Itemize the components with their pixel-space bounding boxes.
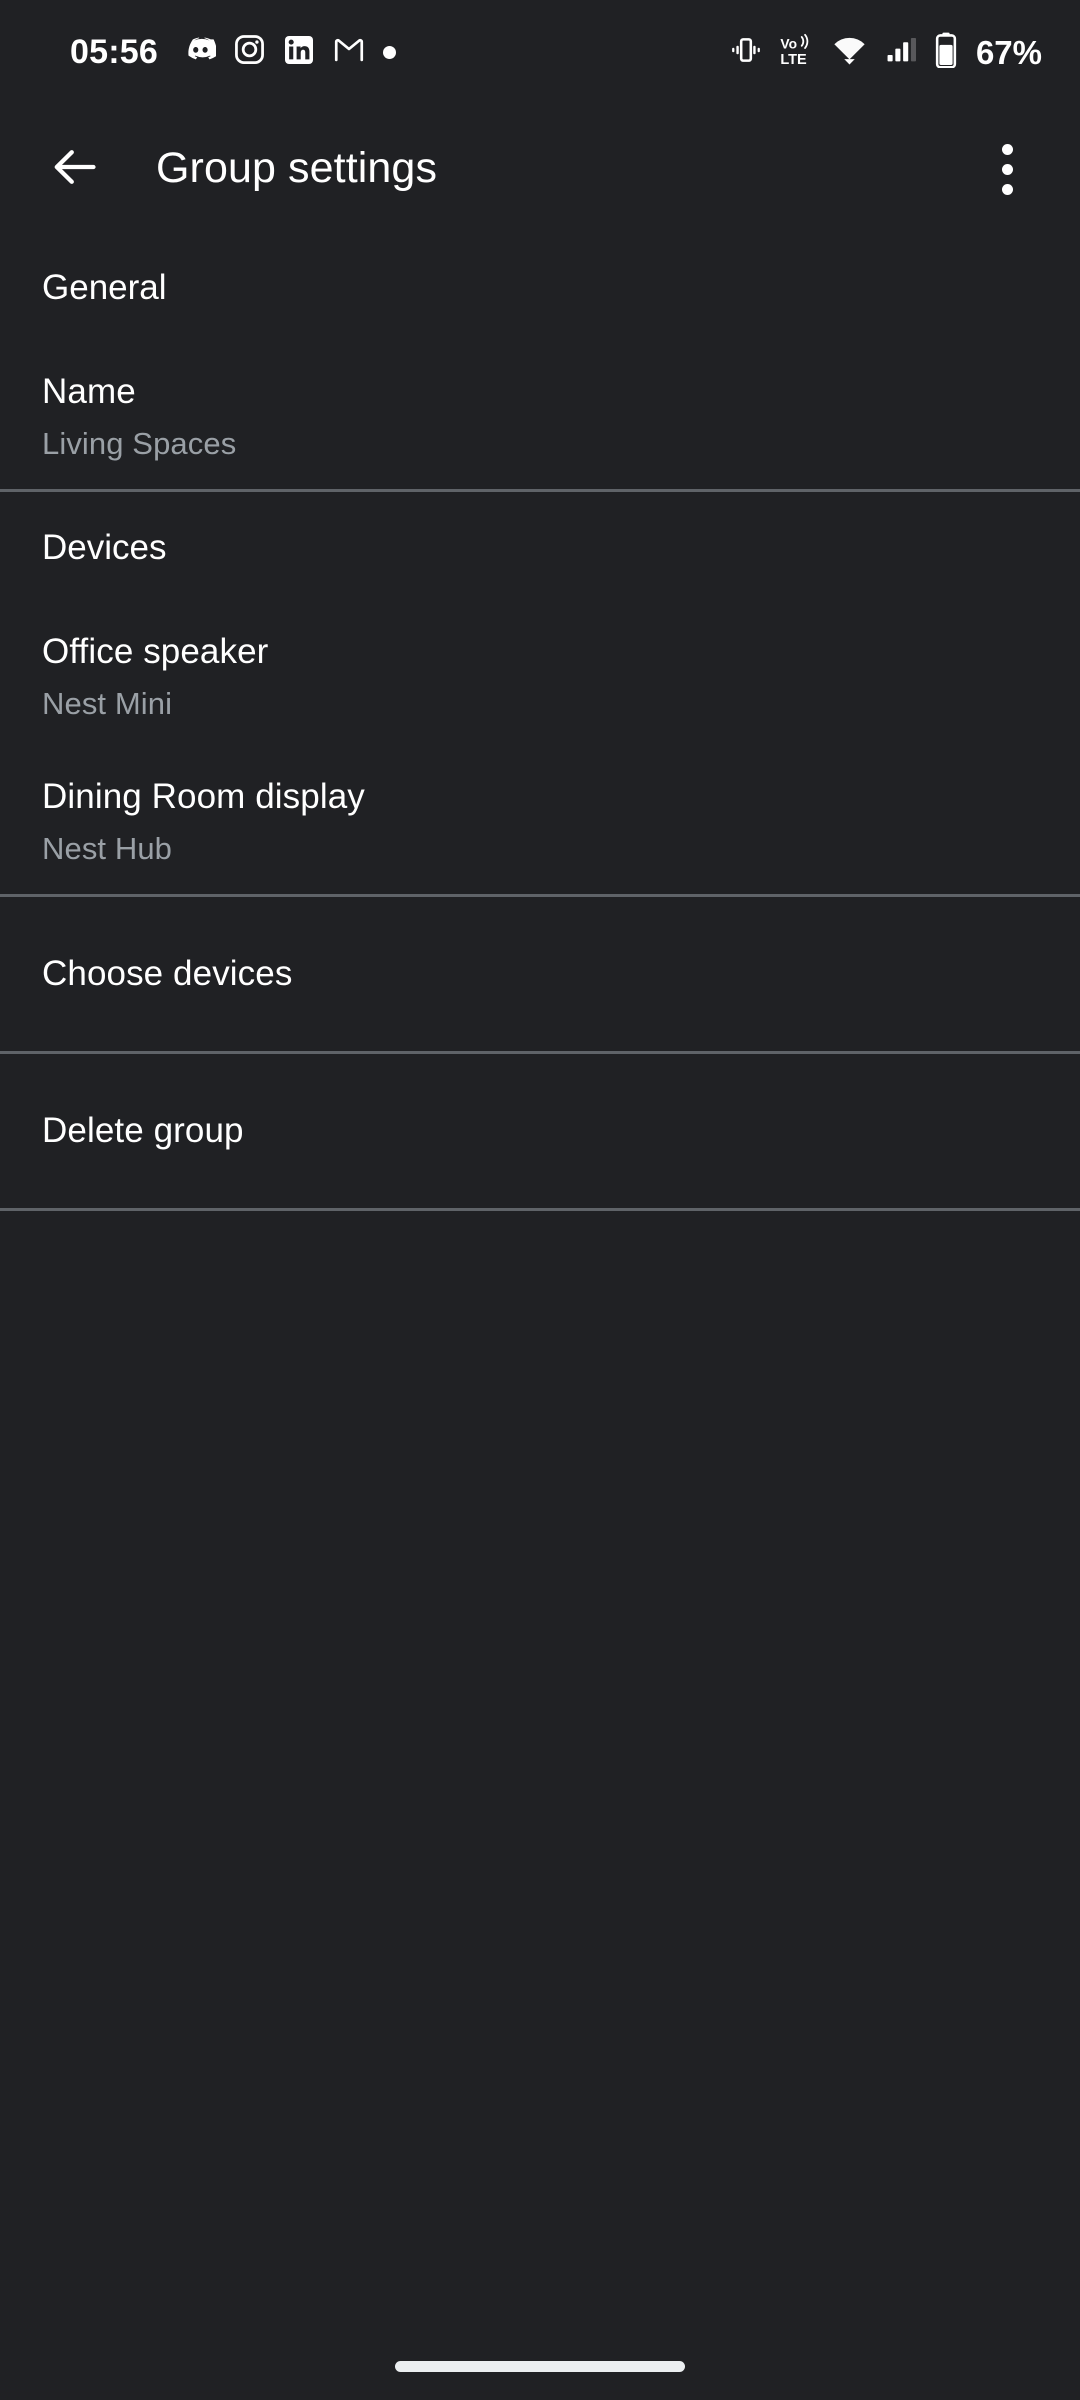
device-title: Dining Room display [42,777,365,817]
status-bar-left: 05:56 [70,33,396,72]
device-subtitle: Nest Hub [42,830,173,866]
row-name[interactable]: Name Living Spaces [0,344,1080,489]
overflow-dot-icon [1001,163,1013,175]
app-bar: Group settings [0,104,1080,232]
cellular-signal-icon [884,33,918,72]
overflow-dot-icon [1001,143,1013,155]
status-bar-clock: 05:56 [70,33,158,71]
row-name-title: Name [42,372,136,412]
device-title: Office speaker [42,632,269,672]
row-choose-devices[interactable]: Choose devices [0,897,1080,1051]
wifi-icon [831,33,868,72]
page-title: Group settings [156,143,438,192]
row-device-office-speaker[interactable]: Office speaker Nest Mini [0,604,1080,749]
svg-text:LTE: LTE [780,51,807,66]
svg-text:Vo: Vo [780,35,797,51]
volte-icon: Vo LTE [779,33,815,72]
more-notifications-dot-icon [382,45,396,59]
row-name-subtitle: Living Spaces [42,425,237,461]
linkedin-icon [283,34,315,71]
section-header-devices: Devices [42,528,167,567]
divider [0,1208,1080,1211]
overflow-dot-icon [1001,183,1013,195]
back-button[interactable] [42,136,108,202]
discord-icon [182,33,217,72]
row-delete-group[interactable]: Delete group [0,1054,1080,1208]
instagram-icon [233,33,266,71]
phone-screen: 05:56 Vo LTE 67% Group settings General … [0,0,1080,2400]
settings-list: General Name Living Spaces Devices Offic… [0,232,1080,1211]
choose-devices-label: Choose devices [42,954,293,994]
section-header-general: General [42,268,167,307]
status-bar-right: Vo LTE 67% [729,32,1042,73]
gmail-icon [332,33,366,72]
notification-icons [182,33,396,72]
vibrate-mode-icon [729,33,763,72]
status-bar: 05:56 Vo LTE 67% [0,0,1080,104]
general-section: General Name Living Spaces [0,232,1080,489]
device-subtitle: Nest Mini [42,685,173,721]
overflow-menu-button[interactable] [972,134,1042,204]
battery-icon [934,32,958,73]
devices-section: Devices Office speaker Nest Mini Dining … [0,492,1080,894]
gesture-navigation-bar[interactable] [395,2361,685,2372]
delete-group-label: Delete group [42,1111,244,1151]
battery-percent-label: 67% [975,33,1042,71]
row-device-dining-room-display[interactable]: Dining Room display Nest Hub [0,749,1080,894]
back-arrow-icon [49,141,101,198]
